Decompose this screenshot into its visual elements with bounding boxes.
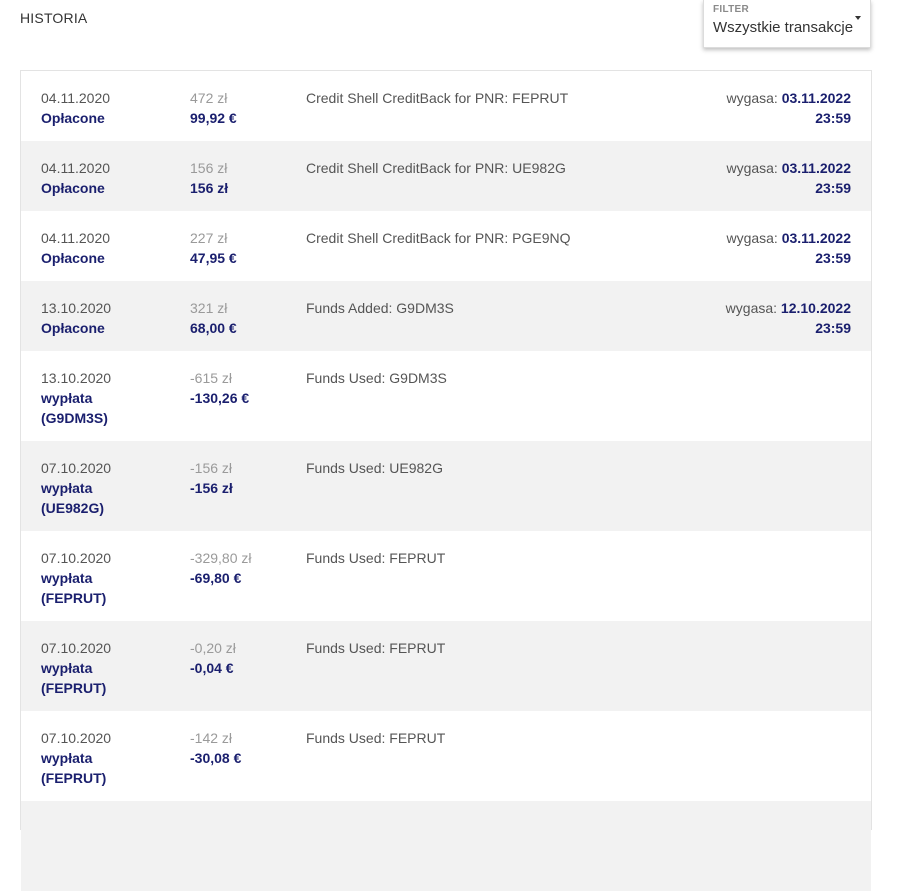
amount-converted: -30,08 € bbox=[190, 750, 242, 766]
expiry-label: wygasa: bbox=[725, 300, 778, 316]
expiry-info: wygasa: 12.10.2022 23:59 bbox=[726, 298, 851, 338]
transaction-date: 04.11.2020 bbox=[41, 90, 111, 106]
transaction-status: wypłata bbox=[41, 660, 93, 676]
transaction-description: Funds Used: FEPRUT bbox=[306, 730, 446, 746]
expiry-label: wygasa: bbox=[726, 230, 778, 246]
transaction-description: Credit Shell CreditBack for PNR: FEPRUT bbox=[306, 90, 569, 106]
expiry-time: 23:59 bbox=[815, 180, 851, 196]
amount-converted: -69,80 € bbox=[190, 570, 242, 586]
expiry-info: wygasa: 03.11.2022 23:59 bbox=[726, 88, 851, 128]
transaction-row: 04.11.2020 Opłacone 156 zł 156 zł Credit… bbox=[21, 141, 871, 211]
expiry-date: 03.11.2022 bbox=[781, 230, 851, 246]
transaction-description: Funds Used: FEPRUT bbox=[306, 550, 446, 566]
expiry-info: wygasa: 03.11.2022 23:59 bbox=[726, 158, 851, 198]
transaction-reference: (UE982G) bbox=[41, 500, 105, 516]
transaction-history-list: 04.11.2020 Opłacone 472 zł 99,92 € Credi… bbox=[20, 70, 872, 891]
amount-pln: -615 zł bbox=[190, 370, 233, 386]
expiry-date: 03.11.2022 bbox=[781, 90, 851, 106]
transaction-filter-dropdown[interactable]: FILTER Wszystkie transakcje bbox=[703, 0, 871, 48]
expiry-time: 23:59 bbox=[815, 320, 851, 336]
transaction-row: 07.10.2020 wypłata (FEPRUT) -0,20 zł -0,… bbox=[21, 621, 871, 711]
expiry-info: wygasa: 03.11.2022 23:59 bbox=[726, 228, 851, 268]
expiry-date: 12.10.2022 bbox=[780, 300, 851, 316]
transaction-description: Funds Used: G9DM3S bbox=[306, 370, 447, 386]
transaction-date: 07.10.2020 bbox=[41, 730, 112, 746]
transaction-date: 13.10.2020 bbox=[41, 370, 112, 386]
transaction-status: wypłata bbox=[41, 570, 93, 586]
amount-pln: 156 zł bbox=[190, 160, 228, 176]
transaction-date: 07.10.2020 bbox=[41, 550, 112, 566]
transaction-row: 07.10.2020 wypłata (FEPRUT) -329,80 zł -… bbox=[21, 531, 871, 621]
expiry-label: wygasa: bbox=[726, 90, 778, 106]
amount-pln: -329,80 zł bbox=[190, 550, 252, 566]
transaction-row: 13.10.2020 wypłata (G9DM3S) -615 zł -130… bbox=[21, 351, 871, 441]
transaction-status: wypłata bbox=[41, 750, 93, 766]
transaction-date: 04.11.2020 bbox=[41, 230, 111, 246]
amount-converted: -0,04 € bbox=[190, 660, 234, 676]
transaction-description: Credit Shell CreditBack for PNR: UE982G bbox=[306, 160, 566, 176]
amount-pln: -156 zł bbox=[190, 460, 233, 476]
transaction-description: Credit Shell CreditBack for PNR: PGE9NQ bbox=[306, 230, 571, 246]
transaction-reference: (FEPRUT) bbox=[41, 680, 107, 696]
page-title: HISTORIA bbox=[20, 10, 88, 26]
transaction-row: 13.10.2020 Opłacone 321 zł 68,00 € Funds… bbox=[21, 281, 871, 351]
transaction-date: 07.10.2020 bbox=[41, 460, 112, 476]
amount-converted: 47,95 € bbox=[190, 250, 237, 266]
transaction-status: wypłata bbox=[41, 480, 93, 496]
transaction-description: Funds Added: G9DM3S bbox=[306, 300, 454, 316]
transaction-reference: (G9DM3S) bbox=[41, 410, 108, 426]
amount-converted: -130,26 € bbox=[190, 390, 250, 406]
amount-pln: 321 zł bbox=[190, 300, 228, 316]
transaction-row: 04.11.2020 Opłacone 472 zł 99,92 € Credi… bbox=[21, 71, 871, 141]
transaction-status: Opłacone bbox=[41, 180, 105, 196]
expiry-label: wygasa: bbox=[726, 160, 778, 176]
amount-pln: 227 zł bbox=[190, 230, 228, 246]
transaction-row: 07.10.2020 wypłata (FEPRUT) -142 zł -30,… bbox=[21, 711, 871, 801]
transaction-description: Funds Used: UE982G bbox=[306, 460, 443, 476]
transaction-status: Opłacone bbox=[41, 250, 105, 266]
transaction-status: Opłacone bbox=[41, 110, 105, 126]
amount-converted: 156 zł bbox=[190, 180, 229, 196]
amount-converted: -156 zł bbox=[190, 480, 233, 496]
transaction-date: 04.11.2020 bbox=[41, 160, 111, 176]
transaction-reference: (FEPRUT) bbox=[41, 770, 107, 786]
transaction-row: 07.10.2020 wypłata (UE982G) -156 zł -156… bbox=[21, 441, 871, 531]
transaction-date: 07.10.2020 bbox=[41, 640, 112, 656]
transaction-status: wypłata bbox=[41, 390, 93, 406]
amount-converted: 68,00 € bbox=[190, 320, 237, 336]
transaction-date: 13.10.2020 bbox=[41, 300, 112, 316]
filter-selected-value: Wszystkie transakcje bbox=[713, 19, 854, 36]
expiry-time: 23:59 bbox=[815, 110, 851, 126]
expiry-date: 03.11.2022 bbox=[781, 160, 851, 176]
transaction-status: Opłacone bbox=[41, 320, 105, 336]
transaction-row bbox=[21, 801, 871, 891]
amount-converted: 99,92 € bbox=[190, 110, 237, 126]
transaction-reference: (FEPRUT) bbox=[41, 590, 107, 606]
transaction-row: 04.11.2020 Opłacone 227 zł 47,95 € Credi… bbox=[21, 211, 871, 281]
caret-down-icon bbox=[855, 16, 861, 20]
amount-pln: -0,20 zł bbox=[190, 640, 236, 656]
transaction-description: Funds Used: FEPRUT bbox=[306, 640, 446, 656]
amount-pln: -142 zł bbox=[190, 730, 233, 746]
expiry-time: 23:59 bbox=[815, 250, 851, 266]
amount-pln: 472 zł bbox=[190, 90, 228, 106]
filter-label: FILTER bbox=[713, 4, 750, 15]
